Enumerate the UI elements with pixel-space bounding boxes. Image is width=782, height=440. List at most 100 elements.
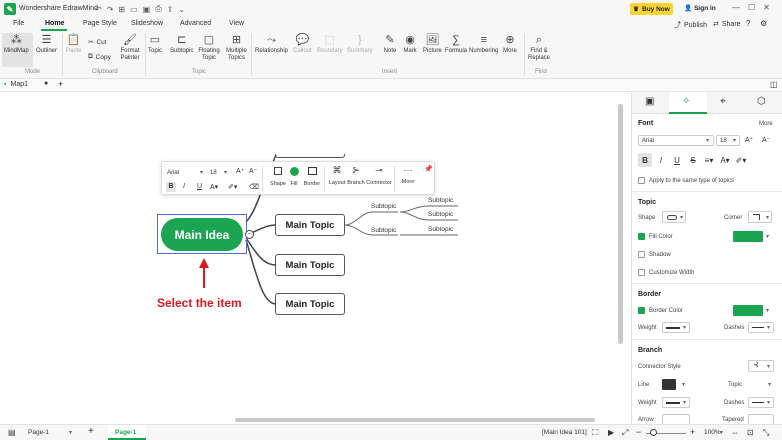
- float-border-button[interactable]: Border: [302, 167, 322, 187]
- unsaved-dot-icon[interactable]: ●: [44, 80, 48, 87]
- shadow-checkbox[interactable]: Shadow: [638, 251, 671, 258]
- font-color-icon[interactable]: A▾: [210, 183, 218, 191]
- main-topic-node-1[interactable]: Main Topic: [275, 214, 345, 236]
- format-painter-button[interactable]: 🖌 Format Painter: [118, 33, 142, 62]
- minimize-icon[interactable]: —: [732, 3, 740, 12]
- fullscreen-icon[interactable]: ⤢: [622, 428, 628, 438]
- topic-button[interactable]: ▭ Topic: [148, 33, 162, 55]
- export-icon[interactable]: ⇪: [167, 5, 174, 14]
- menu-tab-page-style[interactable]: Page Style: [83, 20, 117, 27]
- mark-button[interactable]: ◉ Mark: [403, 33, 417, 55]
- float-size-select[interactable]: 18: [210, 168, 232, 178]
- font-color-icon[interactable]: A▾: [718, 153, 732, 167]
- summary-button[interactable]: } Summary: [347, 33, 373, 55]
- partial-topic-node[interactable]: [275, 154, 345, 158]
- expand-icon[interactable]: ⤡: [763, 428, 769, 438]
- subtopic-node-1[interactable]: Subtopic: [371, 203, 396, 210]
- zoom-level[interactable]: 100%: [704, 429, 721, 436]
- main-topic-node-2[interactable]: Main Topic: [275, 254, 345, 276]
- panel-tab-location-icon[interactable]: ⌖: [720, 96, 726, 107]
- multiple-topics-button[interactable]: ⊞ Multiple Topics: [224, 33, 249, 62]
- bold-icon[interactable]: B: [166, 182, 176, 192]
- horizontal-scrollbar[interactable]: [235, 418, 595, 422]
- strikethrough-icon[interactable]: S: [686, 153, 700, 167]
- menu-tab-home[interactable]: Home: [45, 20, 64, 27]
- main-topic-node-3[interactable]: Main Topic: [275, 293, 345, 315]
- help-icon[interactable]: ?: [746, 19, 750, 28]
- numbering-button[interactable]: ≡ Numbering: [469, 33, 498, 55]
- buy-now-button[interactable]: ♛ Buy Now: [630, 3, 673, 15]
- slideshow-icon[interactable]: ▶: [608, 428, 614, 437]
- print-icon[interactable]: ⎙: [155, 4, 161, 14]
- float-fill-button[interactable]: Fill: [285, 167, 303, 187]
- font-family-select[interactable]: Arial: [638, 135, 714, 146]
- italic-icon[interactable]: I: [183, 183, 185, 190]
- float-branch-button[interactable]: ⊱ Branch: [347, 165, 365, 186]
- panel-tab-theme-icon[interactable]: ⬡: [757, 96, 766, 107]
- italic-icon[interactable]: I: [654, 153, 668, 167]
- zoom-in-icon[interactable]: +: [690, 427, 695, 437]
- paste-button[interactable]: 📋 Paste: [66, 33, 81, 55]
- subtopic-node-2[interactable]: Subtopic: [371, 227, 396, 234]
- decrease-font-icon[interactable]: A⁻: [762, 136, 770, 144]
- align-icon[interactable]: ≡▾: [702, 153, 716, 167]
- decrease-font-icon[interactable]: A⁻: [249, 167, 257, 175]
- float-connector-button[interactable]: ⊸ Connector: [366, 165, 392, 186]
- border-color-swatch[interactable]: [733, 305, 763, 316]
- page-select[interactable]: Page-1: [28, 429, 49, 436]
- font-size-select[interactable]: 18: [716, 135, 740, 146]
- font-more-link[interactable]: More: [759, 121, 773, 127]
- share-button[interactable]: ⇄ Share: [713, 20, 741, 29]
- line-color-swatch[interactable]: [662, 379, 676, 390]
- underline-icon[interactable]: U: [670, 153, 684, 167]
- underline-icon[interactable]: U: [197, 183, 202, 190]
- subtopic-button[interactable]: ⊏ Subtopic: [170, 33, 193, 55]
- main-idea-node[interactable]: Main Idea: [161, 218, 243, 251]
- increase-font-icon[interactable]: A⁺: [236, 167, 244, 175]
- tapered-select[interactable]: [748, 414, 774, 424]
- arrow-select[interactable]: [662, 414, 690, 424]
- highlight-icon[interactable]: ✐▾: [228, 183, 237, 191]
- bold-icon[interactable]: B: [638, 153, 652, 167]
- open-icon[interactable]: ▭: [130, 5, 138, 14]
- connector-style-select[interactable]: ⊰: [748, 360, 774, 372]
- subtopic-node-4[interactable]: Subtopic: [428, 211, 453, 218]
- highlight-icon[interactable]: ✐▾: [734, 153, 748, 167]
- picture-button[interactable]: 🖼 Picture: [423, 33, 442, 55]
- zoom-slider-handle[interactable]: [650, 429, 657, 436]
- more-insert-button[interactable]: ⊕ More: [503, 33, 517, 55]
- actual-size-icon[interactable]: ⊡: [747, 428, 754, 437]
- formula-button[interactable]: ∑ Formula: [445, 33, 467, 55]
- redo-icon[interactable]: ↷: [107, 5, 114, 14]
- mindmap-button[interactable]: ⁂ MindMap: [4, 33, 29, 55]
- close-icon[interactable]: ✕: [763, 3, 770, 12]
- fit-width-icon[interactable]: ⇔: [731, 428, 739, 437]
- sign-in-button[interactable]: 👤 Sign in: [684, 4, 716, 13]
- find-replace-button[interactable]: ⌕ Find & Replace: [528, 33, 550, 62]
- zoom-out-icon[interactable]: −: [636, 427, 641, 437]
- menu-tab-view[interactable]: View: [229, 20, 244, 27]
- menu-tab-advanced[interactable]: Advanced: [180, 20, 211, 27]
- callout-button[interactable]: 💬 Callout: [293, 33, 312, 55]
- undo-icon[interactable]: ↶: [95, 5, 102, 14]
- float-more-button[interactable]: ··· More: [398, 165, 418, 185]
- menu-tab-slideshow[interactable]: Slideshow: [131, 20, 163, 27]
- page-layout-icon[interactable]: ▤: [8, 428, 16, 437]
- collapse-icon[interactable]: −: [245, 230, 254, 239]
- relationship-button[interactable]: ⤳ Relationship: [255, 33, 288, 55]
- border-color-checkbox[interactable]: Border Color: [638, 307, 683, 314]
- pin-icon[interactable]: 📌: [424, 165, 433, 173]
- new-icon[interactable]: ⊞: [118, 5, 125, 14]
- settings-icon[interactable]: ⚙: [760, 19, 767, 28]
- customize-width-checkbox[interactable]: Customize Width: [638, 269, 694, 276]
- clear-format-icon[interactable]: ⌫: [249, 183, 259, 191]
- doc-tab-map1[interactable]: ▪ Map1: [4, 81, 28, 88]
- add-page-icon[interactable]: +: [88, 426, 94, 437]
- float-layout-button[interactable]: ⌘ Layout: [328, 165, 346, 186]
- panel-tab-ai-icon[interactable]: ✧: [682, 96, 690, 107]
- boundary-button[interactable]: ⬚ Boundary: [317, 33, 343, 55]
- panel-toggle-icon[interactable]: ◫: [770, 80, 778, 89]
- increase-font-icon[interactable]: A⁺: [745, 136, 753, 144]
- cut-button[interactable]: ✂ Cut: [88, 38, 107, 47]
- fill-color-checkbox[interactable]: Fill Color: [638, 233, 673, 240]
